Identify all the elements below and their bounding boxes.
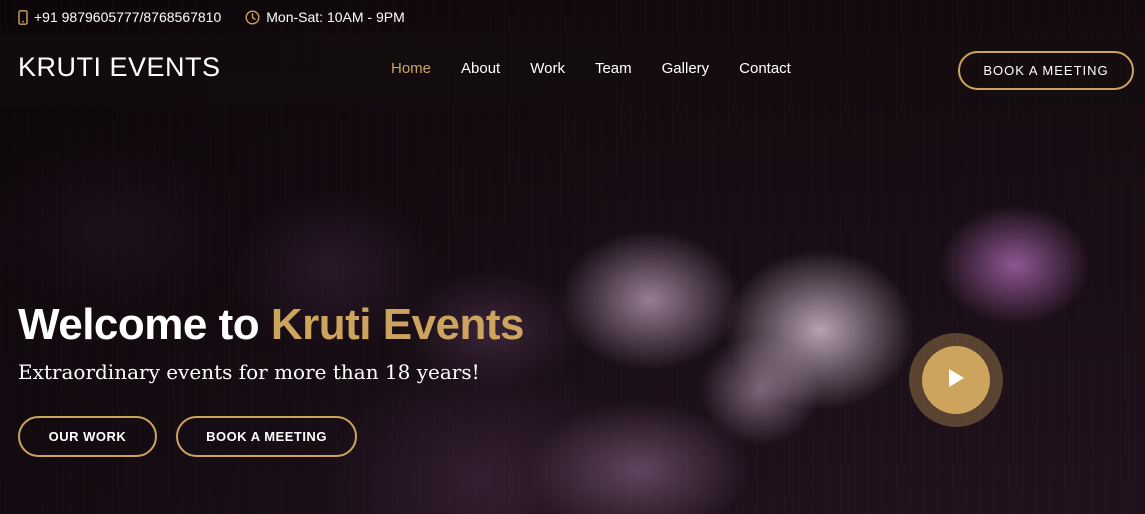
our-work-button[interactable]: OUR WORK — [18, 416, 157, 457]
hero-subtitle: Extraordinary events for more than 18 ye… — [18, 360, 480, 384]
business-hours: Mon-Sat: 10AM - 9PM — [266, 9, 405, 25]
phone-number[interactable]: +91 9879605777/8768567810 — [34, 9, 221, 25]
book-meeting-hero-button[interactable]: BOOK A MEETING — [176, 416, 357, 457]
phone-icon — [18, 9, 28, 25]
site-logo[interactable]: KRUTI EVENTS — [18, 52, 221, 83]
clock-icon — [245, 9, 260, 25]
book-meeting-header-button[interactable]: BOOK A MEETING — [958, 51, 1134, 90]
play-icon — [947, 368, 965, 393]
phone-info: +91 9879605777/8768567810 — [18, 9, 221, 25]
site-header: KRUTI EVENTS Home About Work Team Galler… — [0, 34, 1145, 106]
hero-title: Welcome to Kruti Events — [18, 300, 525, 350]
top-info-bar: +91 9879605777/8768567810 Mon-Sat: 10AM … — [0, 0, 1145, 34]
nav-item-team[interactable]: Team — [595, 60, 632, 77]
nav-item-work[interactable]: Work — [530, 60, 565, 77]
play-video-button[interactable] — [909, 333, 1003, 427]
play-button-inner[interactable] — [922, 346, 990, 414]
nav-item-contact[interactable]: Contact — [739, 60, 791, 77]
hero-title-prefix: Welcome to — [18, 300, 271, 349]
nav-item-gallery[interactable]: Gallery — [662, 60, 710, 77]
nav-item-home[interactable]: Home — [391, 60, 431, 77]
nav-item-about[interactable]: About — [461, 60, 500, 77]
hero-title-brand: Kruti Events — [270, 300, 525, 349]
hours-info: Mon-Sat: 10AM - 9PM — [245, 9, 405, 25]
main-nav: Home About Work Team Gallery Contact — [391, 60, 821, 77]
